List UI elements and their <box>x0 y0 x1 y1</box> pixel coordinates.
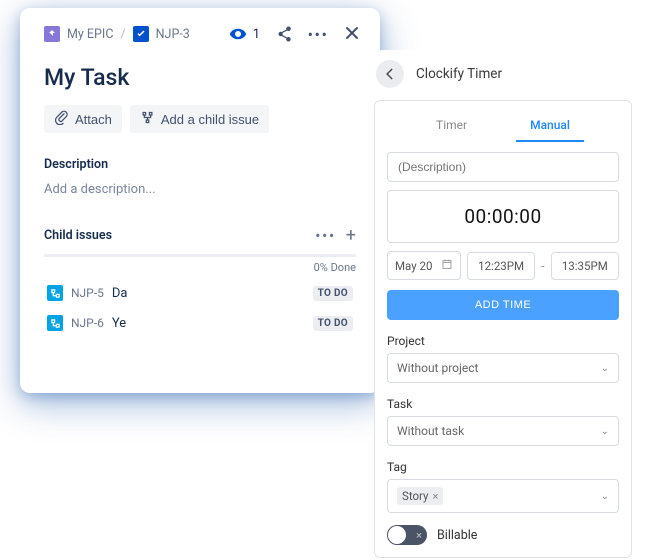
description-label: Description <box>44 157 356 172</box>
clockify-title: Clockify Timer <box>416 66 502 82</box>
chevron-down-icon: ⌄ <box>601 363 609 374</box>
child-progress-pct: 0% Done <box>44 261 356 274</box>
toggle-x-icon: × <box>416 529 422 542</box>
project-label: Project <box>387 334 619 348</box>
close-button[interactable] <box>342 22 362 46</box>
task-label: Task <box>387 397 619 411</box>
description-input[interactable]: Add a description... <box>44 182 356 197</box>
child-progress <box>44 254 356 257</box>
project-value: Without project <box>397 361 478 375</box>
task-type-icon <box>133 26 149 42</box>
task-value: Without task <box>397 424 464 438</box>
date-time-row: May 20 12:23PM - 13:35PM <box>387 251 619 280</box>
breadcrumb-epic-link[interactable]: My EPIC <box>67 27 113 42</box>
tab-timer[interactable]: Timer <box>422 113 481 142</box>
add-child-label: Add a child issue <box>161 112 259 127</box>
epic-icon <box>44 26 60 42</box>
project-select[interactable]: Without project ⌄ <box>387 353 619 383</box>
eye-icon <box>227 23 249 45</box>
issue-title[interactable]: My Task <box>44 64 356 91</box>
add-child-issue-button[interactable]: Add a child issue <box>130 105 269 133</box>
billable-row: × Billable <box>387 525 619 545</box>
breadcrumb-separator: / <box>120 27 125 42</box>
tag-select[interactable]: Story × ⌄ <box>387 479 619 513</box>
clockify-card: Timer Manual 00:00:00 May 20 12:23PM - 1… <box>374 100 632 558</box>
tag-label: Tag <box>387 460 619 474</box>
child-issues-actions: ••• + <box>315 225 356 246</box>
child-issues-label: Child issues <box>44 228 112 243</box>
description-input[interactable] <box>387 152 619 182</box>
subtask-icon <box>47 315 63 331</box>
attach-label: Attach <box>75 112 112 127</box>
clockify-panel: Clockify Timer Timer Manual 00:00:00 May… <box>374 50 632 558</box>
date-value: May 20 <box>395 259 432 273</box>
child-issue-key: NJP-5 <box>71 286 104 300</box>
child-issues-more-button[interactable]: ••• <box>315 226 336 245</box>
start-time-input[interactable]: 12:23PM <box>467 252 535 280</box>
status-badge[interactable]: TO DO <box>313 316 353 331</box>
child-issue-summary: Da <box>112 286 128 301</box>
add-time-button[interactable]: ADD TIME <box>387 290 619 320</box>
billable-toggle[interactable]: × <box>387 525 427 545</box>
child-issue-summary: Ye <box>112 316 126 331</box>
tag-remove-button[interactable]: × <box>432 490 438 503</box>
watchers-count: 1 <box>253 27 260 42</box>
tag-value: Story <box>402 489 428 503</box>
calendar-icon <box>441 258 453 273</box>
attach-button[interactable]: Attach <box>44 105 122 133</box>
child-issue-key: NJP-6 <box>71 316 104 330</box>
clockify-tabs: Timer Manual <box>387 113 619 142</box>
clockify-titlebar: Clockify Timer <box>374 50 632 100</box>
status-badge[interactable]: TO DO <box>313 286 353 301</box>
end-time-input[interactable]: 13:35PM <box>551 252 619 280</box>
issue-action-row: Attach Add a child issue <box>44 105 356 133</box>
child-issues-header: Child issues ••• + <box>44 225 356 246</box>
billable-label: Billable <box>437 528 477 543</box>
share-button[interactable] <box>274 24 294 44</box>
child-issue-list: NJP-5 Da TO DO NJP-6 Ye TO DO <box>44 278 356 338</box>
tab-manual[interactable]: Manual <box>516 113 584 142</box>
back-button[interactable] <box>376 60 404 88</box>
child-issue-row[interactable]: NJP-6 Ye TO DO <box>44 308 356 338</box>
paperclip-icon <box>54 110 69 128</box>
breadcrumb-issue-key[interactable]: NJP-3 <box>156 27 190 42</box>
time-range-separator: - <box>541 259 544 273</box>
chevron-down-icon: ⌄ <box>601 426 609 437</box>
more-actions-button[interactable]: ••• <box>308 24 328 44</box>
jira-issue-modal: My EPIC / NJP-3 1 ••• My Task Attach <box>20 8 380 393</box>
tag-chip: Story × <box>397 487 443 505</box>
header-actions: 1 ••• <box>227 22 362 46</box>
child-issue-row[interactable]: NJP-5 Da TO DO <box>44 278 356 308</box>
duration-input[interactable]: 00:00:00 <box>387 190 619 243</box>
date-picker[interactable]: May 20 <box>387 251 461 280</box>
child-issues-add-button[interactable]: + <box>346 225 356 246</box>
tree-icon <box>140 110 155 128</box>
task-select[interactable]: Without task ⌄ <box>387 416 619 446</box>
subtask-icon <box>47 285 63 301</box>
watchers-button[interactable]: 1 <box>227 23 260 45</box>
chevron-down-icon: ⌄ <box>601 491 609 502</box>
